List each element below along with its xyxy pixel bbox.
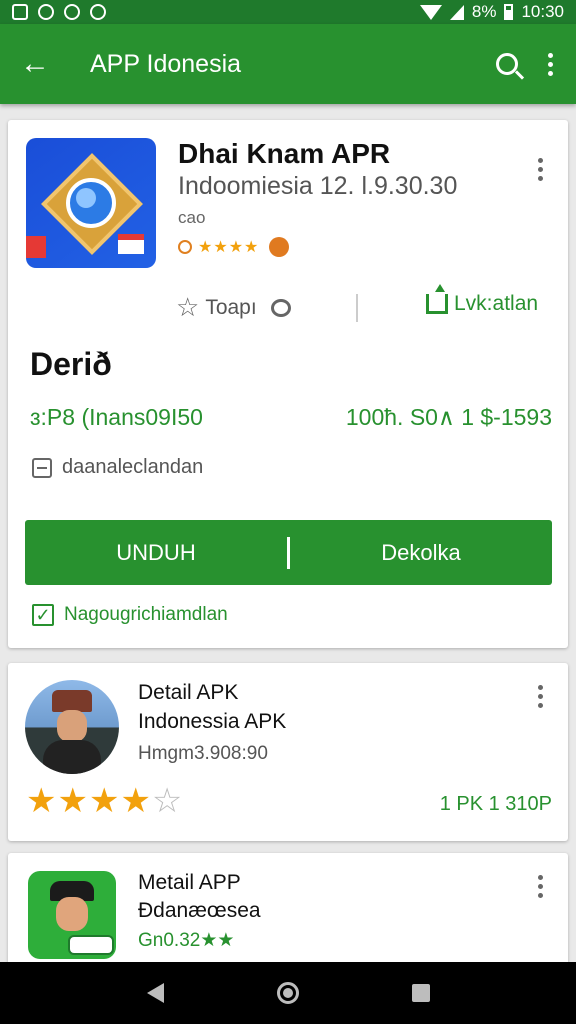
checkbox-row[interactable]: ✓ Nagougrichiamdlan <box>32 604 228 626</box>
comment-icon <box>270 298 291 317</box>
button-bar: UNDUH Dekolka <box>25 520 552 585</box>
list-item-title: Metail APP <box>138 871 241 894</box>
rating-circle-icon <box>269 237 290 257</box>
list-item-version: Hmgm3.908:90 <box>138 743 268 764</box>
share-button[interactable]: Lvk:atlan <box>426 284 539 316</box>
download-box-icon <box>32 457 52 478</box>
share-label: Lvk:atlan <box>454 292 539 315</box>
rating-badge-icon <box>178 240 192 254</box>
rate-button[interactable]: ☆ Toapı <box>176 292 291 323</box>
nav-recents-icon[interactable] <box>411 984 430 1002</box>
list-item-title: Detail APK <box>138 681 239 704</box>
battery-percent: 8% <box>471 2 497 21</box>
divider <box>356 294 358 322</box>
signal-icon <box>449 4 464 20</box>
download-button[interactable]: UNDUH <box>25 520 287 585</box>
nav-home-icon[interactable] <box>276 982 299 1004</box>
list-item[interactable]: Detail APK Indonessia APK Hmgm3.908:90 ★… <box>8 663 568 841</box>
list-item-more-icon[interactable] <box>534 685 546 708</box>
download-info-row: daanaleclandan <box>32 456 203 479</box>
list-item-title-2: Ðdanæœsea <box>138 899 261 922</box>
wifi-icon <box>419 4 442 20</box>
star-empty-icon: ☆ <box>151 782 184 820</box>
list-item-title-2: Indonessia APK <box>138 710 287 733</box>
app-more-icon[interactable] <box>534 158 546 181</box>
arrow-left-icon: ← <box>20 47 50 80</box>
android-notification-icon <box>90 4 106 20</box>
notification-icon <box>64 4 80 20</box>
rating-stars: ★★★★ <box>198 239 260 256</box>
info-left: ɜ:P8 (Inans09I50 <box>30 404 203 430</box>
search-icon[interactable] <box>496 53 518 75</box>
list-item-size: 1 PK 1 310P <box>439 793 552 815</box>
gallery-notification-icon <box>12 4 28 20</box>
secondary-button-label: Dekolka <box>381 539 461 565</box>
checkbox-label: Nagougrichiamdlan <box>64 604 228 625</box>
more-options-icon[interactable] <box>544 52 556 76</box>
list-item[interactable]: Metail APP Ðdanæœsea Gn0.32★★ <box>8 853 568 973</box>
list-item-avatar <box>28 871 116 959</box>
secondary-button[interactable]: Dekolka <box>290 520 552 585</box>
app-bar: ← APP Idonesia <box>0 24 576 104</box>
navigation-bar <box>0 962 576 1024</box>
app-rating: ★★★★ <box>178 237 290 257</box>
clock: 10:30 <box>521 2 564 21</box>
status-notifications <box>12 4 106 20</box>
action-row: ☆ Toapı Lvk:atlan <box>8 284 568 328</box>
status-system: 8% 10:30 <box>419 2 564 22</box>
back-button[interactable]: ← <box>0 24 70 104</box>
notification-icon <box>38 4 54 20</box>
download-button-label: UNDUH <box>116 539 196 565</box>
list-item-stars: ★★★★☆ <box>26 781 183 821</box>
download-info-label: daanaleclandan <box>62 456 204 478</box>
checkbox[interactable]: ✓ <box>32 604 54 626</box>
app-developer: cao <box>178 208 206 227</box>
star-outline-icon: ☆ <box>176 292 200 322</box>
status-bar: 8% 10:30 <box>0 0 576 24</box>
rate-label: Toapı <box>205 295 257 319</box>
app-icon <box>26 138 156 268</box>
section-title: Derið <box>30 346 112 382</box>
nav-back-icon[interactable] <box>146 983 164 1003</box>
share-icon <box>426 284 448 314</box>
star-filled-icon: ★★★★ <box>26 782 152 820</box>
list-item-more-icon[interactable] <box>534 875 546 898</box>
app-name: Dhai Knam APR <box>178 138 391 169</box>
info-right: 100ћ. S0∧ 1 $-1593 <box>345 404 552 430</box>
list-item-rating: Gn0.32★★ <box>138 930 235 951</box>
list-item-avatar <box>25 680 119 774</box>
app-version: Indoomiesia 12. l.9.30.30 <box>178 172 458 200</box>
battery-icon <box>504 4 514 20</box>
app-detail-card: Dhai Knam APR Indoomiesia 12. l.9.30.30 … <box>8 120 568 648</box>
page-title: APP Idonesia <box>90 49 242 78</box>
